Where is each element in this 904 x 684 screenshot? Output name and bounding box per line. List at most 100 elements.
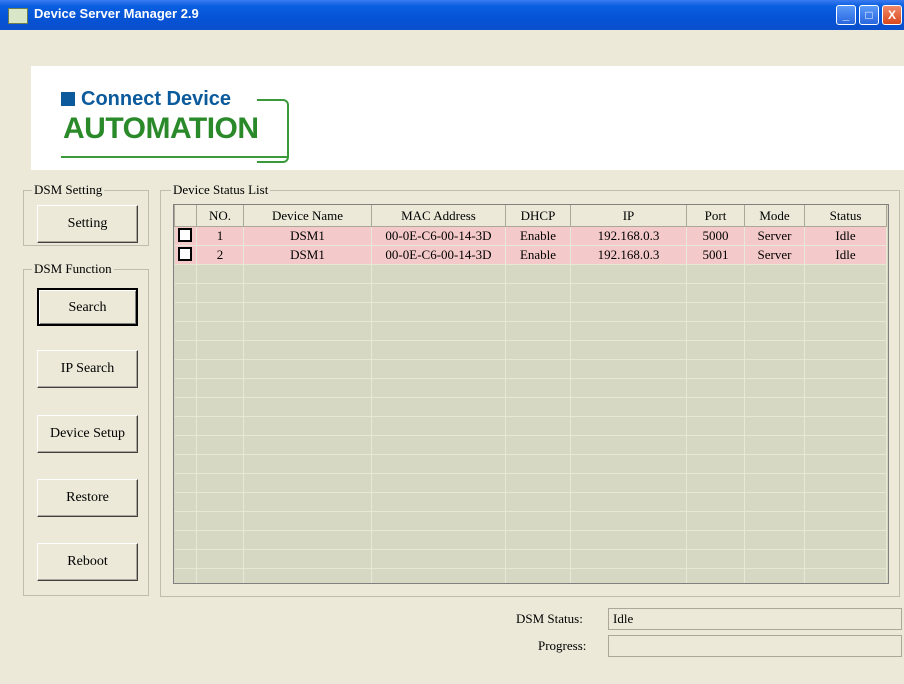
empty-cell: [505, 511, 571, 531]
empty-cell: [371, 568, 506, 583]
column-header-port[interactable]: Port: [686, 205, 745, 227]
empty-cell: [505, 454, 571, 474]
empty-cell: [505, 283, 571, 303]
empty-cell: [174, 568, 197, 583]
empty-cell: [686, 568, 745, 583]
dsm-setting-group: DSM Setting Setting: [23, 182, 149, 246]
device-status-label: Device Status List: [171, 182, 271, 198]
empty-cell: [804, 511, 887, 531]
empty-cell: [174, 454, 197, 474]
column-header-mode[interactable]: Mode: [744, 205, 805, 227]
empty-cell: [371, 321, 506, 341]
empty-cell: [371, 530, 506, 550]
column-header-mac-address[interactable]: MAC Address: [371, 205, 506, 227]
empty-row: [174, 416, 887, 436]
device-status-list[interactable]: NO. Device Name MAC Address DHCP IP Port…: [173, 204, 889, 584]
close-button[interactable]: X: [882, 5, 902, 25]
empty-cell: [196, 340, 244, 360]
device-setup-button[interactable]: Device Setup: [37, 415, 138, 453]
empty-cell: [744, 435, 805, 455]
empty-cell: [174, 435, 197, 455]
column-header-ip[interactable]: IP: [570, 205, 687, 227]
empty-cell: [505, 416, 571, 436]
empty-cell: [570, 416, 687, 436]
dsm-function-group: DSM Function Search IP Search Device Set…: [23, 261, 149, 596]
empty-cell: [505, 340, 571, 360]
empty-cell: [371, 473, 506, 493]
column-header-status[interactable]: Status: [804, 205, 887, 227]
empty-cell: [174, 530, 197, 550]
minimize-button[interactable]: _: [836, 5, 856, 25]
empty-cell: [570, 511, 687, 531]
empty-row: [174, 321, 887, 341]
empty-cell: [371, 283, 506, 303]
empty-cell: [243, 473, 372, 493]
empty-cell: [804, 321, 887, 341]
empty-cell: [686, 492, 745, 512]
empty-cell: [570, 454, 687, 474]
empty-cell: [243, 359, 372, 379]
empty-cell: [243, 454, 372, 474]
empty-cell: [196, 359, 244, 379]
empty-row: [174, 340, 887, 360]
column-header-no[interactable]: NO.: [196, 205, 244, 227]
title-bar[interactable]: Device Server Manager 2.9 _ □ X: [0, 0, 904, 30]
empty-cell: [196, 549, 244, 569]
restore-button[interactable]: Restore: [37, 479, 138, 517]
empty-cell: [744, 302, 805, 322]
empty-cell: [371, 264, 506, 284]
logo-frame-line: [257, 99, 289, 163]
empty-cell: [371, 359, 506, 379]
empty-cell: [505, 264, 571, 284]
ip-search-button[interactable]: IP Search: [37, 350, 138, 388]
empty-cell: [174, 340, 197, 360]
row-checkbox[interactable]: [178, 247, 193, 261]
logo-panel: Connect Device AUTOMATION: [31, 66, 904, 170]
empty-cell: [686, 264, 745, 284]
empty-cell: [174, 359, 197, 379]
maximize-button[interactable]: □: [859, 5, 879, 25]
column-header-checkbox[interactable]: [174, 205, 197, 227]
empty-cell: [174, 492, 197, 512]
row-checkbox-cell[interactable]: [174, 226, 197, 246]
empty-cell: [505, 302, 571, 322]
empty-cell: [196, 264, 244, 284]
empty-cell: [686, 473, 745, 493]
table-header-row: NO. Device Name MAC Address DHCP IP Port…: [174, 205, 887, 227]
brand-line-text: Connect Device: [81, 88, 232, 110]
empty-cell: [174, 321, 197, 341]
empty-row: [174, 378, 887, 398]
empty-cell: [570, 397, 687, 417]
row-checkbox[interactable]: [178, 228, 193, 242]
progress-bar: [608, 635, 902, 657]
empty-cell: [371, 511, 506, 531]
empty-cell: [371, 454, 506, 474]
table-row[interactable]: 2 DSM1 00-0E-C6-00-14-3D Enable 192.168.…: [174, 245, 887, 265]
setting-button[interactable]: Setting: [37, 205, 138, 243]
empty-cell: [804, 492, 887, 512]
row-port: 5001: [686, 245, 745, 265]
empty-cell: [804, 454, 887, 474]
search-button[interactable]: Search: [37, 288, 138, 326]
empty-cell: [196, 416, 244, 436]
table-row[interactable]: 1 DSM1 00-0E-C6-00-14-3D Enable 192.168.…: [174, 226, 887, 246]
empty-cell: [243, 378, 372, 398]
column-header-device-name[interactable]: Device Name: [243, 205, 372, 227]
empty-cell: [686, 397, 745, 417]
empty-cell: [243, 416, 372, 436]
empty-cell: [196, 473, 244, 493]
empty-cell: [744, 264, 805, 284]
column-header-dhcp[interactable]: DHCP: [505, 205, 571, 227]
empty-cell: [686, 359, 745, 379]
empty-cell: [174, 397, 197, 417]
empty-cell: [505, 530, 571, 550]
row-dhcp: Enable: [505, 245, 571, 265]
brand-line: Connect Device: [61, 88, 231, 111]
row-checkbox-cell[interactable]: [174, 245, 197, 265]
empty-cell: [804, 264, 887, 284]
reboot-button[interactable]: Reboot: [37, 543, 138, 581]
empty-cell: [371, 378, 506, 398]
empty-cell: [196, 283, 244, 303]
empty-cell: [243, 321, 372, 341]
empty-cell: [371, 492, 506, 512]
